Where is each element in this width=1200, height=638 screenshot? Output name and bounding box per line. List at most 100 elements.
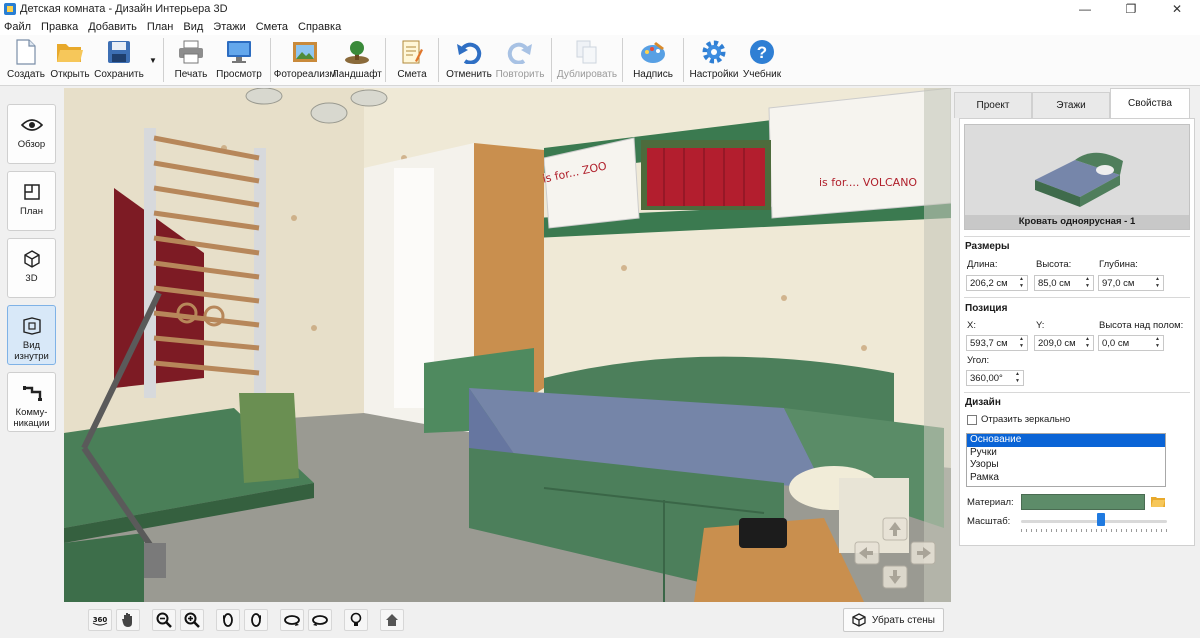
floppy-disk-icon	[104, 38, 134, 66]
close-icon[interactable]: ✕	[1154, 0, 1200, 18]
duplicate-button[interactable]: Дублировать	[557, 35, 617, 85]
sizes-group-title: Размеры	[965, 241, 1010, 252]
toolbar: Создать Открыть Сохранить ▼ Печать Просм…	[0, 35, 1200, 86]
maximize-icon[interactable]: ❐	[1108, 0, 1154, 18]
scale-label: Масштаб:	[967, 516, 1011, 527]
landscape-button[interactable]: Ландшафт	[332, 35, 382, 85]
remove-walls-button[interactable]: Убрать стены	[842, 608, 944, 632]
toolbar-separator	[622, 38, 623, 82]
menu-help[interactable]: Справка	[298, 21, 341, 33]
tilt-down-icon[interactable]	[280, 609, 304, 631]
new-document-icon	[11, 38, 41, 66]
eye-icon	[20, 115, 43, 135]
settings-button[interactable]: Настройки	[689, 35, 739, 85]
create-button[interactable]: Создать	[4, 35, 48, 85]
view-mode-panel: Обзор План 3D Вид изнутри Комму- никации	[0, 86, 62, 638]
estimate-button[interactable]: Смета	[391, 35, 433, 85]
object-name: Кровать одноярусная - 1	[965, 215, 1189, 229]
help-question-icon: ?	[747, 38, 777, 66]
position-group-title: Позиция	[965, 303, 1008, 314]
menu-plan[interactable]: План	[147, 21, 174, 33]
tree-icon	[342, 38, 372, 66]
save-button[interactable]: Сохранить	[92, 35, 146, 85]
toolbar-separator	[385, 38, 386, 82]
x-field[interactable]: 593,7 см ▲ ▼	[966, 335, 1028, 351]
menu-bar: Файл Правка Добавить План Вид Этажи Смет…	[0, 18, 1200, 35]
view-plan-button[interactable]: План	[7, 171, 56, 231]
menu-add[interactable]: Добавить	[88, 21, 137, 33]
zoom-in-icon[interactable]	[180, 609, 204, 631]
depth-field[interactable]: 97,0 см ▲ ▼	[1098, 275, 1164, 291]
svg-text:360: 360	[93, 616, 108, 624]
view-overview-button[interactable]: Обзор	[7, 104, 56, 164]
design-group-title: Дизайн	[965, 397, 1001, 408]
list-item[interactable]: Рамка	[967, 472, 1165, 485]
length-field[interactable]: 206,2 см ▲ ▼	[966, 275, 1028, 291]
toolbar-separator	[683, 38, 684, 82]
window-title: Детская комната - Дизайн Интерьера 3D	[20, 3, 228, 15]
app-icon	[4, 3, 16, 15]
view-communications-button[interactable]: Комму- никации	[7, 372, 56, 432]
cube-icon	[21, 249, 43, 269]
list-item[interactable]: Узоры	[967, 459, 1165, 472]
elevation-field[interactable]: 0,0 см ▲ ▼	[1098, 335, 1164, 351]
material-swatch[interactable]	[1021, 494, 1145, 510]
minimize-icon[interactable]: —	[1062, 0, 1108, 18]
parts-list[interactable]: Основание Ручки Узоры Рамка	[966, 433, 1166, 487]
folder-open-icon	[55, 38, 85, 66]
tab-properties[interactable]: Свойства	[1110, 88, 1190, 118]
list-item[interactable]: Основание	[967, 434, 1165, 447]
tilt-up-icon[interactable]	[308, 609, 332, 631]
pan-hand-icon[interactable]	[116, 609, 140, 631]
tutorial-button[interactable]: ? Учебник	[739, 35, 785, 85]
save-dropdown-icon[interactable]: ▼	[148, 35, 158, 85]
photo-frame-icon	[290, 38, 320, 66]
room-interior-icon	[21, 316, 43, 336]
preview-button[interactable]: Просмотр	[213, 35, 265, 85]
scale-slider-thumb[interactable]	[1097, 513, 1106, 526]
y-field[interactable]: 209,0 см ▲ ▼	[1034, 335, 1094, 351]
undo-button[interactable]: Отменить	[444, 35, 494, 85]
scale-slider-track[interactable]	[1021, 520, 1167, 523]
toolbar-separator	[270, 38, 271, 82]
tab-project[interactable]: Проект	[954, 92, 1032, 118]
menu-estimate[interactable]: Смета	[256, 21, 288, 33]
menu-view[interactable]: Вид	[183, 21, 203, 33]
light-bulb-icon[interactable]	[344, 609, 368, 631]
angle-label: Угол:	[967, 355, 990, 366]
material-label: Материал:	[967, 497, 1014, 508]
photorealism-button[interactable]: Фотореализм	[274, 35, 336, 85]
redo-button[interactable]: Повторить	[494, 35, 546, 85]
zoom-out-icon[interactable]	[152, 609, 176, 631]
rotate-360-icon[interactable]: 360	[88, 609, 112, 631]
view-3d-button[interactable]: 3D	[7, 238, 56, 298]
toolbar-separator	[438, 38, 439, 82]
height-field[interactable]: 85,0 см ▲ ▼	[1034, 275, 1094, 291]
tab-floors[interactable]: Этажи	[1032, 92, 1110, 118]
cube-walls-icon	[852, 613, 866, 627]
room-scene	[64, 88, 951, 602]
list-item[interactable]: Ручки	[967, 447, 1165, 460]
print-button[interactable]: Печать	[169, 35, 213, 85]
folder-icon[interactable]	[1151, 495, 1165, 507]
toolbar-separator	[551, 38, 552, 82]
open-button[interactable]: Открыть	[48, 35, 92, 85]
x-label: X:	[967, 320, 976, 331]
angle-field[interactable]: 360,00° ▲ ▼	[966, 370, 1024, 386]
label-button[interactable]: Надпись	[628, 35, 678, 85]
menu-edit[interactable]: Правка	[41, 21, 78, 33]
mirror-checkbox[interactable]	[967, 415, 977, 425]
toolbar-separator	[163, 38, 164, 82]
home-icon[interactable]	[380, 609, 404, 631]
depth-label: Глубина:	[1099, 259, 1138, 270]
rotate-left-icon[interactable]	[216, 609, 240, 631]
menu-file[interactable]: Файл	[4, 21, 31, 33]
3d-viewport[interactable]: is for... ZOO is for.... VOLCANO	[64, 88, 951, 602]
poster-volcano-text: is for.... VOLCANO	[819, 176, 918, 189]
svg-text:?: ?	[757, 43, 767, 62]
menu-floors[interactable]: Этажи	[213, 21, 245, 33]
pipes-icon	[21, 383, 43, 403]
height-label: Высота:	[1036, 259, 1072, 270]
view-inside-button[interactable]: Вид изнутри	[7, 305, 56, 365]
rotate-right-icon[interactable]	[244, 609, 268, 631]
